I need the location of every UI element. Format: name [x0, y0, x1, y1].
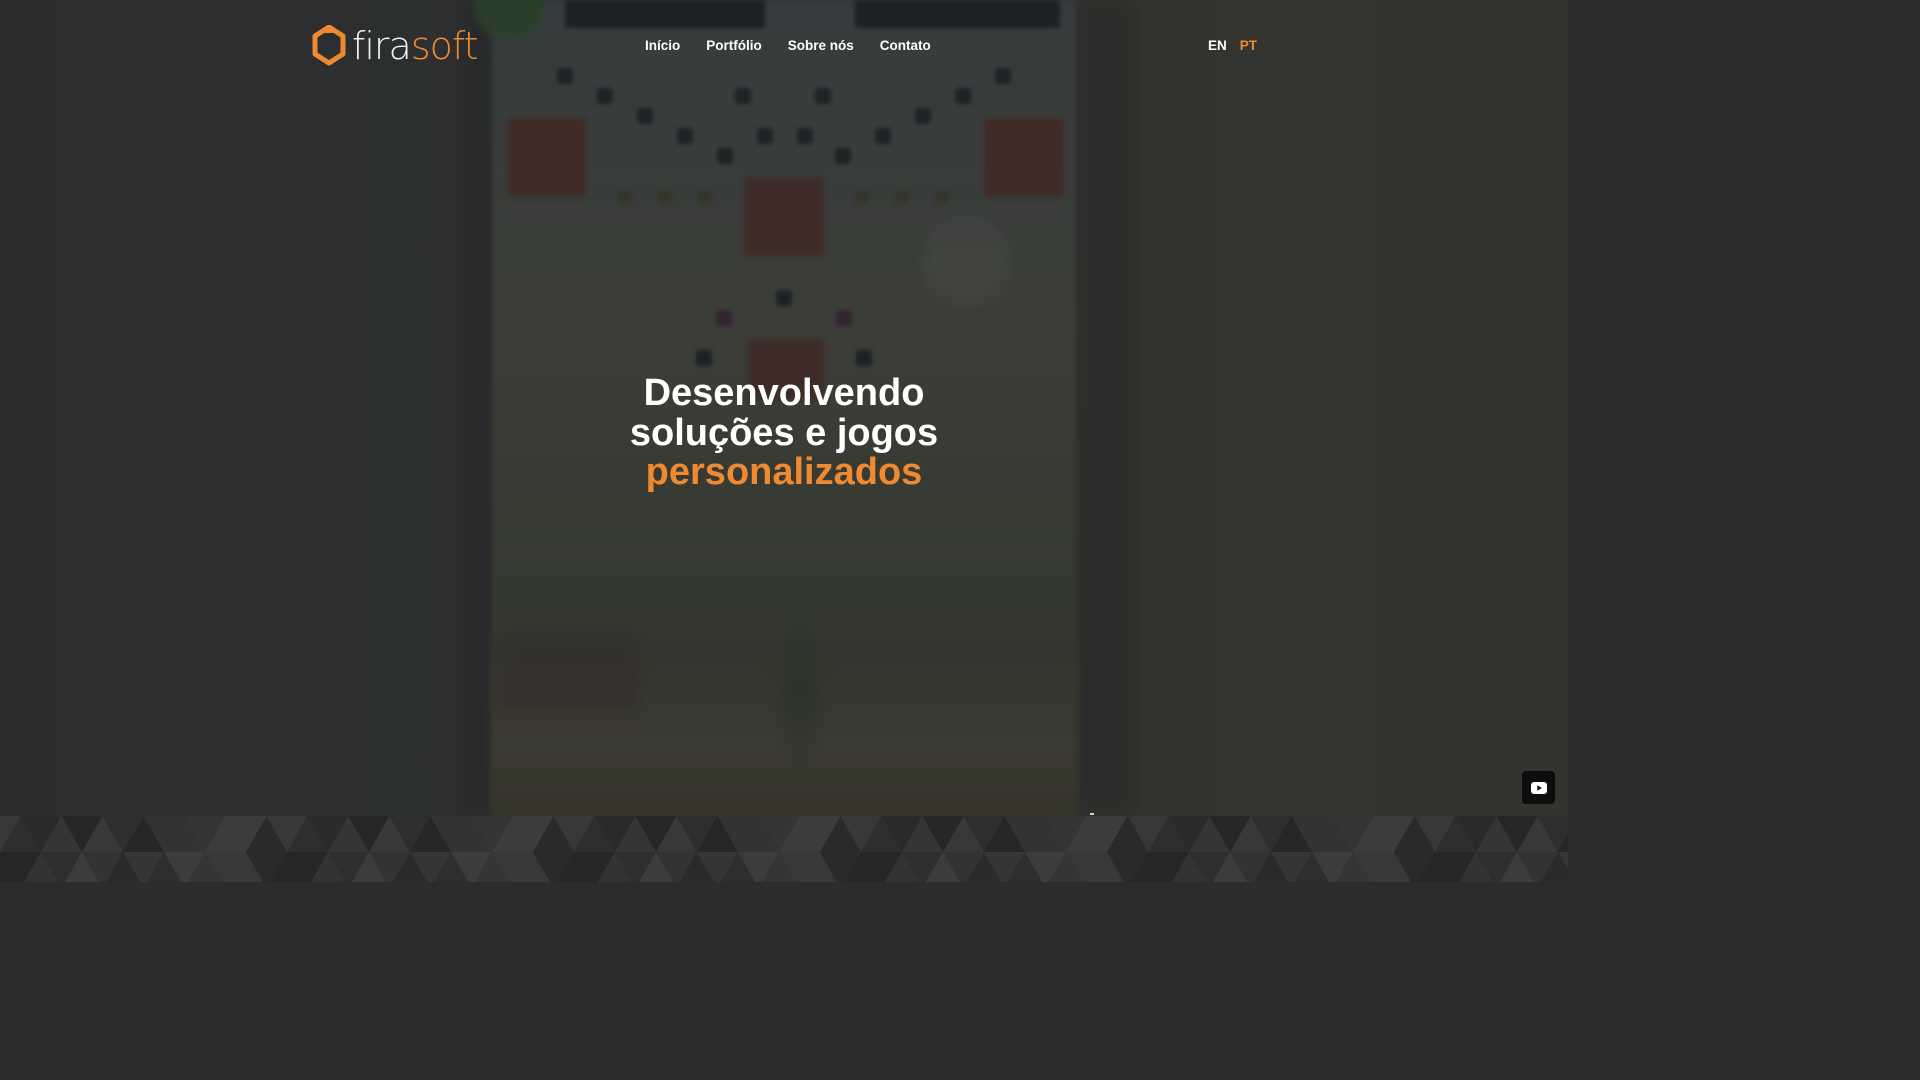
brand-name-part1: fira [352, 24, 412, 68]
triangle-pattern [0, 816, 1568, 882]
brand-logo[interactable]: firasoft [312, 24, 479, 68]
brand-name: firasoft [352, 24, 479, 68]
top-navbar: firasoft Início Portfólio Sobre nós Cont… [0, 0, 1568, 92]
nav-link-sobre-nos[interactable]: Sobre nós [788, 37, 854, 55]
hero-headline-line1: Desenvolvendo [643, 372, 925, 414]
hero-headline-highlight: personalizados [645, 451, 923, 493]
hexagon-house-logo-icon [312, 25, 346, 66]
nav-link-contato[interactable]: Contato [880, 37, 931, 55]
nav-link-inicio[interactable]: Início [645, 37, 680, 55]
nav-link-portfolio[interactable]: Portfólio [706, 37, 762, 55]
language-option-en[interactable]: EN [1208, 37, 1227, 55]
scroll-indicator [1090, 813, 1094, 815]
main-navigation: Início Portfólio Sobre nós Contato [645, 37, 931, 55]
brand-name-part2: soft [410, 24, 479, 68]
language-option-pt[interactable]: PT [1240, 37, 1257, 55]
hero-headline: Desenvolvendo soluções e jogos personali… [484, 372, 1084, 493]
language-switcher: EN PT [1208, 37, 1257, 55]
youtube-button[interactable] [1522, 771, 1555, 804]
youtube-icon [1530, 781, 1547, 794]
triangle-pattern-footer [0, 816, 1568, 882]
hero-headline-line2: soluções e jogos [629, 411, 939, 454]
